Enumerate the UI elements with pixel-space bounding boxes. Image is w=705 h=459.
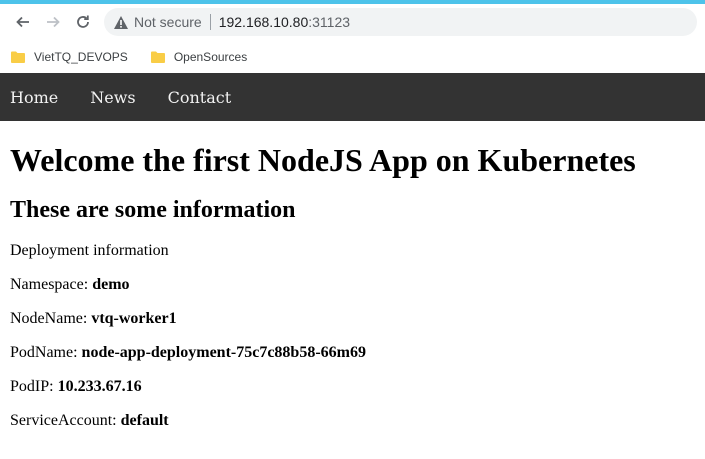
field-value: demo xyxy=(92,276,130,293)
field-label: NodeName: xyxy=(10,310,92,327)
info-podip: PodIP: 10.233.67.16 xyxy=(10,378,695,396)
bookmark-label: VietTQ_DEVOPS xyxy=(34,49,128,64)
info-serviceaccount: ServiceAccount: default xyxy=(10,412,695,430)
field-label: PodIP: xyxy=(10,378,58,395)
bookmark-vietqt-devops[interactable]: VietTQ_DEVOPS xyxy=(4,50,134,64)
info-nodename: NodeName: vtq-worker1 xyxy=(10,310,695,328)
field-value: default xyxy=(120,412,169,429)
page-title: Welcome the first NodeJS App on Kubernet… xyxy=(10,142,636,178)
back-button[interactable] xyxy=(8,7,38,37)
warning-icon[interactable] xyxy=(112,13,130,31)
reload-button[interactable] xyxy=(68,7,98,37)
address-separator xyxy=(209,14,211,30)
bookmark-label: OpenSources xyxy=(173,49,248,64)
reload-icon xyxy=(77,15,89,28)
nav-news-link[interactable]: News xyxy=(80,88,145,107)
browser-toolbar: Not secure 192.168.10.80:31123 xyxy=(0,4,705,40)
url-host: 192.168.10.80 xyxy=(218,14,309,30)
site-navbar: Home News Contact xyxy=(0,73,705,121)
bookmarks-bar: VietTQ_DEVOPS OpenSources xyxy=(0,40,705,73)
field-value: node-app-deployment-75c7c88b58-66m69 xyxy=(81,344,366,361)
field-value: 10.233.67.16 xyxy=(57,378,142,395)
forward-arrow-icon xyxy=(47,16,60,28)
nav-contact-link[interactable]: Contact xyxy=(158,88,242,107)
security-status-text[interactable]: Not secure xyxy=(134,14,202,30)
field-value: vtq-worker1 xyxy=(91,310,177,327)
field-label: PodName: xyxy=(10,344,82,361)
page-content: Welcome the first NodeJS App on Kubernet… xyxy=(0,142,705,430)
field-label: Namespace: xyxy=(10,276,93,293)
section-label: Deployment information xyxy=(10,242,169,259)
field-label: ServiceAccount: xyxy=(10,412,121,429)
nav-home-link[interactable]: Home xyxy=(0,88,68,107)
folder-icon xyxy=(150,51,165,63)
back-arrow-icon xyxy=(16,16,29,28)
folder-icon xyxy=(11,51,25,63)
info-namespace: Namespace: demo xyxy=(10,276,695,294)
url-port: :31123 xyxy=(308,14,351,30)
info-podname: PodName: node-app-deployment-75c7c88b58-… xyxy=(10,344,695,362)
bookmark-opensources[interactable]: OpenSources xyxy=(144,50,253,64)
forward-button[interactable] xyxy=(38,7,68,37)
page-subtitle: These are some information xyxy=(10,197,296,223)
address-bar[interactable]: Not secure 192.168.10.80:31123 xyxy=(104,8,697,36)
